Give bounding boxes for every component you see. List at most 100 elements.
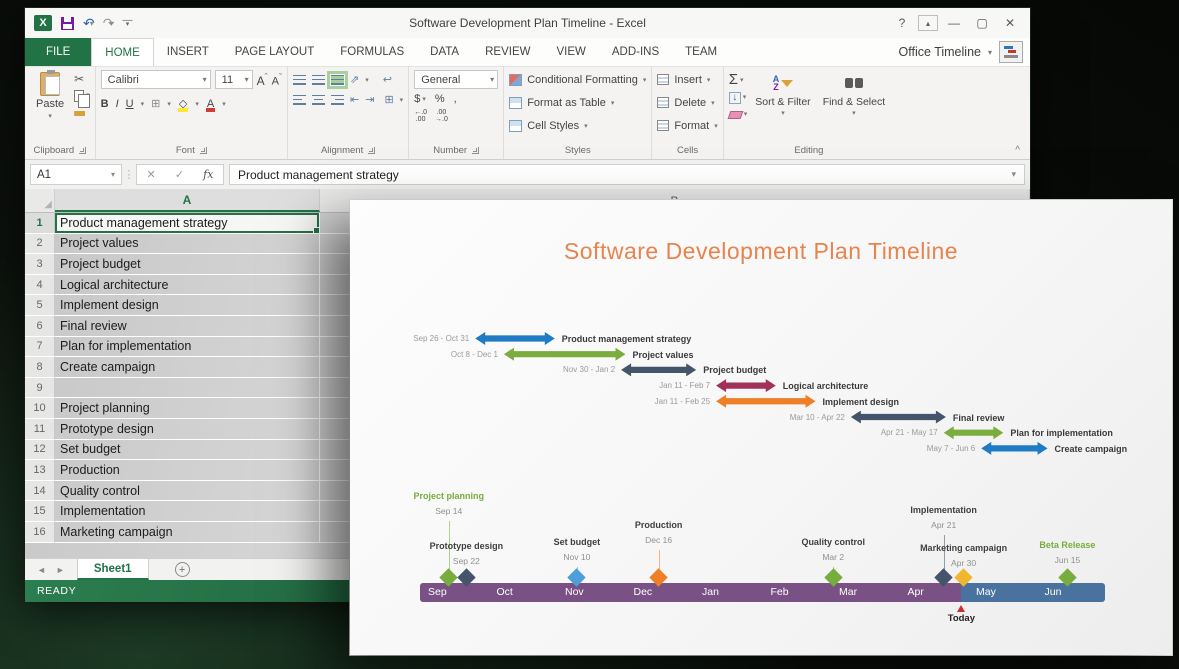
row-number[interactable]: 15 — [25, 501, 55, 522]
paste-button[interactable]: Paste ▾ — [30, 70, 70, 122]
formula-bar-separator[interactable]: ⋮ — [122, 168, 136, 181]
row-number[interactable]: 12 — [25, 440, 55, 461]
tab-review[interactable]: REVIEW — [472, 38, 543, 66]
align-top-button[interactable] — [293, 75, 306, 85]
cell-a16[interactable]: Marketing campaign — [55, 522, 320, 543]
formula-bar-expand-icon[interactable]: ▾ — [1011, 169, 1016, 180]
decrease-indent-button[interactable]: ⇤ — [350, 93, 359, 106]
cell-a12[interactable]: Set budget — [55, 440, 320, 461]
cell-a5[interactable]: Implement design — [55, 295, 320, 316]
align-left-button[interactable] — [293, 95, 306, 105]
office-timeline-dropdown-icon[interactable]: ▾ — [988, 48, 992, 57]
undo-dropdown-icon[interactable]: ▾ — [90, 19, 94, 28]
tab-team[interactable]: TEAM — [672, 38, 730, 66]
decrease-font-size-button[interactable]: A — [272, 72, 282, 88]
tab-page-layout[interactable]: PAGE LAYOUT — [222, 38, 327, 66]
row-number[interactable]: 3 — [25, 254, 55, 275]
tab-office-timeline[interactable]: Office Timeline — [899, 45, 981, 59]
tab-insert[interactable]: INSERT — [154, 38, 222, 66]
row-number[interactable]: 6 — [25, 316, 55, 337]
accounting-format-button[interactable]: $ — [414, 93, 420, 105]
tab-formulas[interactable]: FORMULAS — [327, 38, 417, 66]
redo-dropdown-icon[interactable]: ▾ — [109, 19, 113, 28]
sheet-nav-right-icon[interactable]: ► — [56, 565, 65, 575]
save-icon[interactable] — [61, 17, 74, 30]
format-as-table-button[interactable]: Format as Table▾ — [509, 93, 614, 112]
office-timeline-button[interactable] — [999, 41, 1023, 63]
borders-button[interactable]: ⊞ — [151, 97, 160, 110]
merge-center-button[interactable]: ⊞ — [384, 93, 393, 106]
column-header-a[interactable]: A — [55, 189, 320, 212]
cell-a13[interactable]: Production — [55, 460, 320, 481]
minimize-button[interactable]: — — [942, 13, 966, 33]
find-select-button[interactable]: Find & Select ▾ — [819, 70, 889, 120]
align-bottom-button[interactable] — [331, 75, 344, 85]
decrease-decimal-button[interactable]: .00→.0 — [435, 109, 448, 123]
cell-a10[interactable]: Project planning — [55, 398, 320, 419]
increase-indent-button[interactable]: ⇥ — [365, 93, 374, 106]
select-all-corner[interactable]: ◢ — [25, 189, 55, 212]
maximize-button[interactable]: ▢ — [970, 13, 994, 33]
increase-decimal-button[interactable]: ←.0.00 — [414, 109, 427, 123]
ribbon-display-options-button[interactable]: ▴ — [918, 15, 938, 31]
excel-logo-icon[interactable]: X — [34, 15, 52, 31]
row-number[interactable]: 11 — [25, 419, 55, 440]
tab-view[interactable]: VIEW — [543, 38, 598, 66]
clear-button[interactable]: ▾ — [729, 108, 748, 121]
row-number[interactable]: 7 — [25, 337, 55, 358]
cell-a3[interactable]: Project budget — [55, 254, 320, 275]
tab-file[interactable]: FILE — [25, 38, 91, 66]
tab-home[interactable]: HOME — [91, 38, 154, 67]
delete-cells-button[interactable]: Delete▾ — [657, 93, 714, 112]
clipboard-dialog-launcher[interactable] — [79, 147, 86, 154]
cell-a1[interactable]: Product management strategy — [55, 213, 320, 234]
underline-dropdown-icon[interactable]: ▾ — [141, 100, 145, 108]
cell-a8[interactable]: Create campaign — [55, 357, 320, 378]
percent-style-button[interactable]: % — [435, 93, 445, 105]
row-number[interactable]: 2 — [25, 234, 55, 255]
align-middle-button[interactable] — [312, 75, 325, 85]
cell-a4[interactable]: Logical architecture — [55, 275, 320, 296]
align-center-button[interactable] — [312, 95, 325, 105]
row-number[interactable]: 16 — [25, 522, 55, 543]
underline-button[interactable]: U — [126, 98, 134, 110]
cancel-formula-button[interactable]: ✕ — [147, 168, 156, 181]
font-size-select[interactable]: 11▾ — [215, 70, 253, 89]
cell-a9[interactable] — [55, 378, 320, 399]
format-cells-button[interactable]: Format▾ — [657, 116, 717, 135]
row-number[interactable]: 13 — [25, 460, 55, 481]
collapse-ribbon-button[interactable]: ^ — [1015, 145, 1020, 156]
cell-a6[interactable]: Final review — [55, 316, 320, 337]
help-button[interactable]: ? — [890, 13, 914, 33]
italic-button[interactable]: I — [116, 98, 119, 110]
conditional-formatting-button[interactable]: Conditional Formatting▾ — [509, 70, 646, 89]
cell-a2[interactable]: Project values — [55, 234, 320, 255]
cell-a11[interactable]: Prototype design — [55, 419, 320, 440]
font-color-button[interactable]: A — [206, 98, 215, 110]
row-number[interactable]: 9 — [25, 378, 55, 399]
row-number[interactable]: 5 — [25, 295, 55, 316]
formula-input[interactable]: Product management strategy▾ — [229, 164, 1025, 185]
align-right-button[interactable] — [331, 95, 344, 105]
cell-a15[interactable]: Implementation — [55, 501, 320, 522]
autosum-button[interactable]: Σ▾ — [729, 73, 748, 87]
cut-button[interactable]: ✂ — [74, 73, 90, 86]
comma-style-button[interactable]: , — [454, 93, 457, 105]
copy-button[interactable]: ▾ — [74, 89, 90, 102]
enter-formula-button[interactable]: ✓ — [175, 168, 184, 181]
fill-color-button[interactable]: ◇ — [178, 97, 188, 110]
row-number[interactable]: 8 — [25, 357, 55, 378]
sort-filter-button[interactable]: AZ Sort & Filter ▾ — [751, 70, 814, 120]
redo-button[interactable]: ↷ ▾ — [103, 16, 114, 30]
undo-button[interactable]: ↶ ▾ — [83, 16, 94, 30]
font-dialog-launcher[interactable] — [200, 147, 207, 154]
name-box[interactable]: A1▾ — [30, 164, 122, 185]
insert-cells-button[interactable]: Insert▾ — [657, 70, 710, 89]
close-button[interactable]: ✕ — [998, 13, 1022, 33]
tab-data[interactable]: DATA — [417, 38, 472, 66]
number-format-select[interactable]: General▾ — [414, 70, 498, 89]
sheet-tab-sheet1[interactable]: Sheet1 — [77, 559, 149, 580]
sheet-nav-left-icon[interactable]: ◄ — [37, 565, 46, 575]
row-number[interactable]: 14 — [25, 481, 55, 502]
orientation-button[interactable]: ⇗ — [350, 73, 359, 86]
